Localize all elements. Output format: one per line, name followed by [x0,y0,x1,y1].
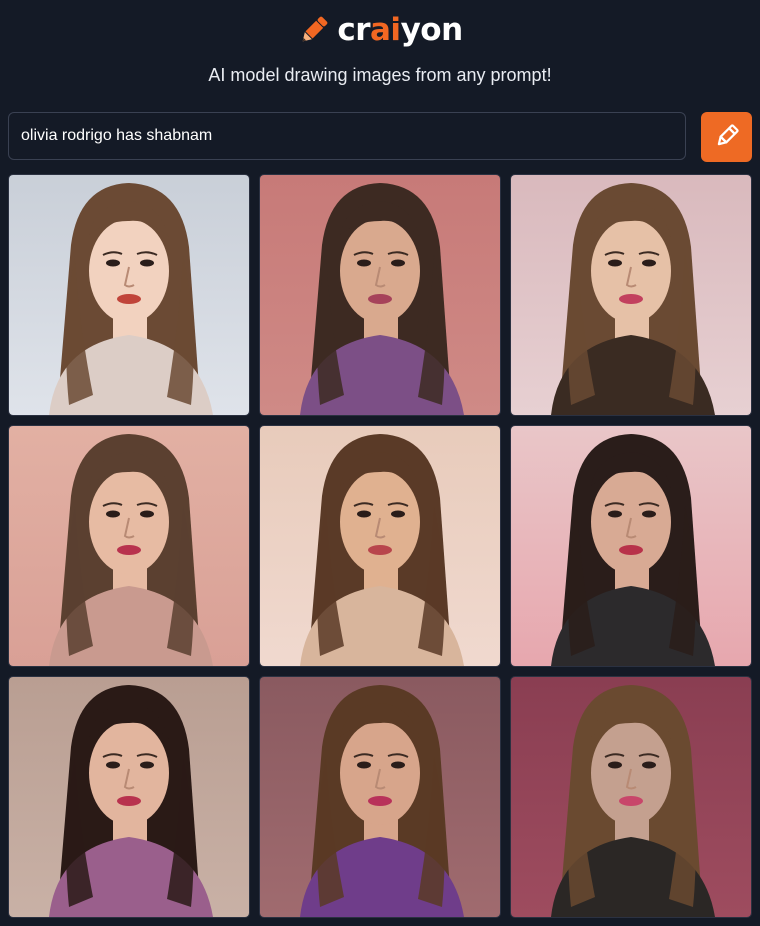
portrait-image [9,677,249,917]
result-image-1[interactable] [8,174,250,416]
header: craiyon AI model drawing images from any… [0,0,760,110]
logo-text: craiyon [337,10,464,50]
craiyon-page: craiyon AI model drawing images from any… [0,0,760,926]
portrait-image [9,175,249,415]
results-grid [8,174,752,918]
result-image-9[interactable] [510,676,752,918]
portrait-image [260,677,500,917]
prompt-input[interactable] [8,112,686,160]
pencil-logo-icon [297,13,331,47]
result-image-5[interactable] [259,425,501,667]
logo-text-accent: ai [370,12,401,48]
result-image-2[interactable] [259,174,501,416]
result-image-8[interactable] [259,676,501,918]
result-image-6[interactable] [510,425,752,667]
portrait-image [511,677,751,917]
logo-text-suffix: yon [400,12,464,48]
tagline: AI model drawing images from any prompt! [208,65,552,85]
portrait-image [9,426,249,666]
result-image-4[interactable] [8,425,250,667]
pencil-icon [714,123,740,152]
portrait-image [511,175,751,415]
portrait-image [511,426,751,666]
logo-text-prefix: cr [337,12,371,48]
result-image-3[interactable] [510,174,752,416]
prompt-bar [8,112,752,162]
logo[interactable]: craiyon [0,10,760,50]
draw-button[interactable] [701,112,752,162]
result-image-7[interactable] [8,676,250,918]
portrait-image [260,426,500,666]
portrait-image [260,175,500,415]
